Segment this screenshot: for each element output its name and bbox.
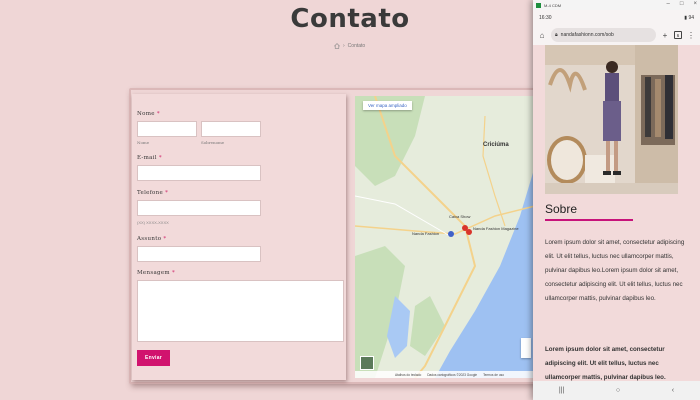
map-label-criciuma: Criciúma [483,142,509,148]
breadcrumb: › Contato [334,43,365,49]
map-label-nanda-fashion-magazine: Nanda Fashion Magazine [473,226,519,231]
url-bar[interactable]: 🔒︎ nandafashionn.com/sob [551,28,656,42]
kebab-menu-icon[interactable]: ⋮ [686,29,696,41]
last-name-sublabel: Sobrenome [201,140,225,145]
first-name-input[interactable] [137,121,197,137]
about-photo [545,45,678,194]
phone-hint: (XX) XXXX-XXXX [137,220,169,225]
satellite-toggle[interactable] [360,356,374,370]
first-name-sublabel: Nome [137,140,150,145]
home-icon[interactable]: ⌂ [537,29,547,41]
map-embed[interactable]: Ver mapa ampliado Criciúma Caixa Show Na… [355,96,535,378]
about-paragraph: Lorem ipsum dolor sit amet, consectetur … [545,239,685,302]
message-label: Mensagem * [137,270,176,276]
recent-apps-icon[interactable]: ||| [559,387,564,394]
nav-home-icon[interactable]: ○ [616,387,620,394]
map-graphic [355,96,535,378]
mobile-browser-window: M-4 CDM – □ × 16:30 ▮ 94 ⌂ 🔒︎ nandafashi… [533,0,700,400]
email-label: E-mail * [137,155,162,161]
map-label-nanda-fashion: Nanda Fashion [412,231,440,236]
home-icon[interactable] [334,43,340,49]
browser-toolbar: ⌂ 🔒︎ nandafashionn.com/sob + 6 ⋮ [533,25,700,45]
mobile-page-content: Sobre Lorem ipsum dolor sit amet, consec… [533,45,700,381]
lock-icon: 🔒︎ [555,32,558,38]
view-larger-map-link[interactable]: Ver mapa ampliado [363,101,412,110]
minimize-icon[interactable]: – [667,1,670,7]
about-heading: Sobre [545,202,578,216]
plus-icon[interactable]: + [660,29,670,41]
maximize-icon[interactable]: □ [680,1,684,7]
terms-link[interactable]: Termos de uso [483,373,504,377]
name-label: Nome * [137,111,160,117]
app-icon [536,2,541,8]
subject-label: Assunto * [137,236,167,242]
tab-switcher-button[interactable]: 6 [674,31,682,39]
map-footer: Atalhos do teclado Dados cartográficos ©… [355,371,535,378]
close-icon[interactable]: × [693,1,697,7]
zoom-controls[interactable] [521,338,531,358]
last-name-input[interactable] [201,121,261,137]
url-text: nandafashionn.com/sob [560,32,614,38]
subject-field[interactable] [137,246,261,262]
status-bar: 16:30 ▮ 94 [533,10,700,25]
submit-button[interactable]: Enviar [137,350,170,366]
status-time: 16:30 [539,14,552,21]
map-label-caixa-show: Caixa Show [449,214,471,219]
back-icon[interactable]: ‹ [672,387,674,394]
message-textarea[interactable] [137,280,344,342]
about-underline [545,219,633,221]
window-titlebar: M-4 CDM – □ × [533,0,700,10]
map-data-attribution: Dados cartográficos ©2023 Google [427,372,478,377]
phone-field[interactable] [137,200,261,216]
phone-label: Telefone * [137,190,169,196]
about-paragraph-bold: Lorem ipsum dolor sit amet, consectetur … [545,346,666,381]
email-field[interactable] [137,165,261,181]
status-battery: ▮ 94 [684,14,694,21]
android-nav-bar: ||| ○ ‹ [533,381,700,400]
breadcrumb-current: Contato [347,43,366,49]
keyboard-shortcuts-link[interactable]: Atalhos do teclado [395,373,421,377]
window-title: M-4 CDM [544,2,562,8]
